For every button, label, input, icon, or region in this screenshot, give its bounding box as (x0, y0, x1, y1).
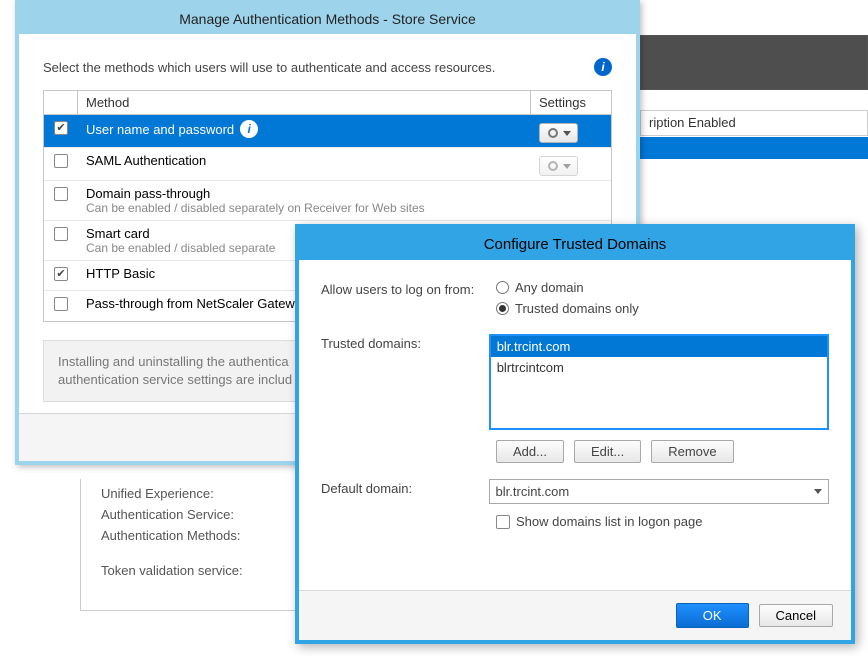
method-label: Smart card (86, 226, 150, 241)
background-selection-bar (640, 137, 868, 159)
show-domains-checkbox[interactable] (496, 515, 510, 529)
gear-icon (546, 159, 560, 173)
settings-button[interactable] (539, 123, 578, 143)
allow-logon-label: Allow users to log on from: (321, 280, 496, 297)
method-row-domain-pass-through[interactable]: Domain pass-through Can be enabled / dis… (44, 181, 611, 221)
checkbox-icon[interactable] (54, 297, 68, 311)
column-method: Method (78, 91, 531, 114)
method-label: Pass-through from NetScaler Gatew (86, 296, 295, 311)
radio-icon (496, 302, 509, 315)
checkbox-icon[interactable] (54, 121, 68, 135)
radio-any-domain[interactable]: Any domain (496, 280, 639, 295)
column-checkbox (44, 91, 78, 114)
default-domain-dropdown[interactable]: blr.trcint.com (489, 479, 829, 504)
method-row-saml[interactable]: SAML Authentication (44, 148, 611, 181)
dialog-title: Configure Trusted Domains (299, 228, 851, 260)
method-label: HTTP Basic (86, 266, 155, 281)
info-icon[interactable]: i (240, 120, 258, 138)
add-button[interactable]: Add... (496, 440, 564, 463)
trusted-domains-listbox[interactable]: blr.trcint.com blrtrcintcom (489, 334, 829, 430)
edit-button[interactable]: Edit... (574, 440, 641, 463)
chevron-down-icon (814, 489, 822, 494)
method-label: SAML Authentication (86, 153, 206, 168)
checkbox-icon[interactable] (54, 154, 68, 168)
radio-trusted-only[interactable]: Trusted domains only (496, 301, 639, 316)
radio-icon (496, 281, 509, 294)
trusted-domains-label: Trusted domains: (321, 334, 489, 351)
info-icon[interactable]: i (594, 58, 612, 76)
gear-icon (546, 126, 560, 140)
background-ribbon (640, 35, 868, 90)
dropdown-value: blr.trcint.com (496, 484, 570, 499)
list-item[interactable]: blrtrcintcom (491, 357, 827, 378)
radio-label: Any domain (515, 280, 584, 295)
default-domain-label: Default domain: (321, 479, 489, 496)
ok-button[interactable]: OK (676, 603, 749, 628)
settings-button[interactable] (539, 156, 578, 176)
cancel-button[interactable]: Cancel (759, 604, 833, 627)
chevron-down-icon (563, 131, 571, 136)
method-label: User name and password (86, 122, 234, 137)
column-settings: Settings (531, 91, 611, 114)
method-row-username-password[interactable]: User name and password i (44, 115, 611, 148)
show-domains-label: Show domains list in logon page (516, 514, 702, 529)
method-label: Domain pass-through (86, 186, 210, 201)
trusted-domains-dialog: Configure Trusted Domains Allow users to… (295, 224, 855, 644)
remove-button[interactable]: Remove (651, 440, 733, 463)
chevron-down-icon (563, 164, 571, 169)
radio-label: Trusted domains only (515, 301, 639, 316)
list-item[interactable]: blr.trcint.com (491, 336, 827, 357)
intro-text: Select the methods which users will use … (43, 60, 495, 75)
checkbox-icon[interactable] (54, 187, 68, 201)
background-column-header: ription Enabled (640, 110, 868, 136)
checkbox-icon[interactable] (54, 227, 68, 241)
dialog-title: Manage Authentication Methods - Store Se… (19, 4, 636, 34)
method-sublabel: Can be enabled / disabled separately on … (86, 201, 523, 215)
checkbox-icon[interactable] (54, 267, 68, 281)
